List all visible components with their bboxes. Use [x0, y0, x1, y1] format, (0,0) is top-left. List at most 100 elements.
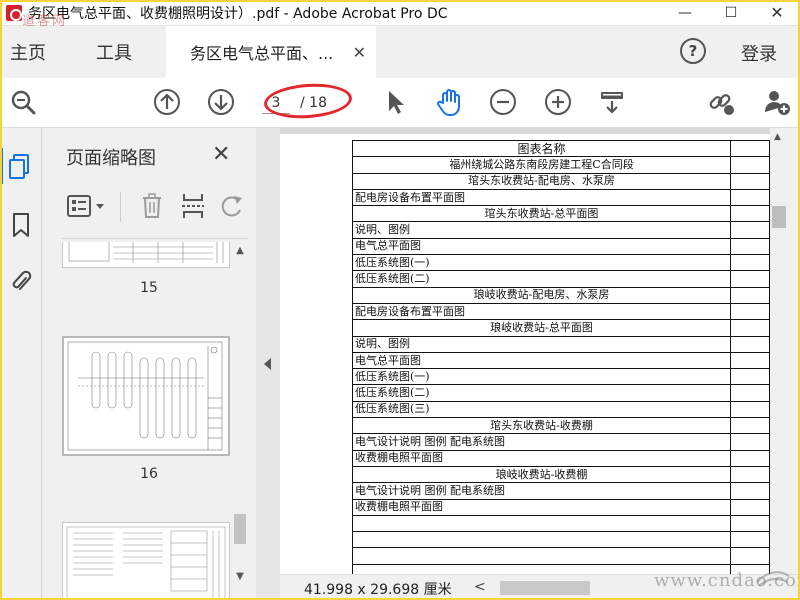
- table-row: 琅岐收费站-收费棚: [351, 465, 770, 484]
- thumbnail-page-number: 16: [140, 466, 158, 482]
- thumbnail-drawing: [66, 526, 226, 600]
- table-cell: [730, 270, 770, 288]
- thumbnail-panel: 页面缩略图 ✕ 15 16 ▲ ▼: [42, 128, 256, 600]
- thumbnail-page[interactable]: [62, 242, 230, 268]
- menu-tools[interactable]: 工具: [86, 26, 132, 78]
- table-cell: [730, 482, 770, 500]
- table-cell: [730, 465, 770, 484]
- delete-page-icon[interactable]: [140, 192, 164, 220]
- table-cell: 低压系统图(三): [351, 400, 732, 419]
- vertical-scroll-thumb[interactable]: [772, 206, 786, 228]
- maximize-button[interactable]: ☐: [708, 0, 754, 26]
- menu-home[interactable]: 主页: [0, 26, 46, 78]
- page-thumbnails-icon: [9, 154, 29, 179]
- share-link-icon[interactable]: [706, 87, 736, 117]
- table-cell: [730, 531, 770, 549]
- table-cell: [730, 172, 770, 190]
- table-cell: [730, 319, 770, 337]
- document-tab[interactable]: 务区电气总平面、... ✕: [166, 26, 376, 78]
- thumbnail-scroll-down-icon[interactable]: ▼: [235, 572, 245, 582]
- table-cell: 琅岐收费站-配电房、水泵房: [351, 286, 732, 304]
- thumbnail-panel-close-icon[interactable]: ✕: [212, 142, 230, 167]
- thumbnail-page[interactable]: [62, 336, 230, 456]
- thumbnail-list: 15 16: [42, 242, 232, 600]
- table-cell: [730, 302, 770, 321]
- thumbnail-toolbar-divider: [120, 192, 121, 222]
- thumbnail-toolbar: [62, 190, 248, 224]
- document-viewport[interactable]: 图表名称 福州绕城公路东南段房建工程C合同段 琯头东收费站-配电房、水泵房 配电房设…: [280, 128, 770, 574]
- insert-page-icon[interactable]: [180, 192, 206, 220]
- bookmark-icon: [13, 213, 29, 237]
- thumbnail-scrollbar[interactable]: ▲ ▼: [232, 242, 248, 594]
- thumbnail-panel-title: 页面缩略图: [66, 148, 156, 169]
- table-row: 低压系统图(一): [351, 368, 770, 386]
- table-row: 琯头东收费站-收费棚: [351, 417, 770, 435]
- table-cell: [730, 156, 770, 174]
- table-row: 低压系统图(三): [351, 400, 770, 419]
- table-row: 配电房设备布置平面图: [351, 188, 770, 207]
- thumbnail-page-number: 15: [140, 280, 158, 296]
- zoom-out-icon[interactable]: [488, 87, 518, 117]
- title-bar: 务区电气总平面、收费棚照明设计）.pdf - Adobe Acrobat Pro…: [0, 0, 800, 26]
- table-cell: [730, 237, 770, 256]
- scroll-mode-icon[interactable]: [597, 87, 627, 117]
- table-row: 电气设计说明 图例 配电系统图: [351, 482, 770, 500]
- table-cell: 配电房设备布置平面图: [351, 302, 732, 321]
- rail-page-thumbnails-button[interactable]: [4, 152, 34, 182]
- document-page: 图表名称 福州绕城公路东南段房建工程C合同段 琯头东收费站-配电房、水泵房 配电房设…: [280, 134, 770, 574]
- table-cell: [351, 514, 732, 533]
- page-dimensions: 41.998 x 29.698 厘米: [304, 582, 452, 598]
- table-cell: [730, 514, 770, 533]
- thumbnail-scroll-up-icon[interactable]: ▲: [235, 246, 245, 256]
- toolbar: / 18: [0, 78, 800, 128]
- rail-active-indicator: [0, 148, 3, 184]
- acrobat-icon: [6, 4, 22, 21]
- hand-tool-icon[interactable]: [434, 87, 464, 117]
- scroll-up-icon[interactable]: ▲: [774, 132, 781, 142]
- minimize-button[interactable]: —: [662, 0, 708, 26]
- table-cell: [730, 254, 770, 272]
- collapse-arrow-icon: [264, 358, 271, 370]
- login-button[interactable]: 登录: [741, 40, 777, 66]
- table-row: 琯头东收费站-总平面图: [351, 205, 770, 223]
- table-cell: 琯头东收费站-收费棚: [351, 417, 732, 435]
- thumbnail-options-icon[interactable]: [66, 194, 110, 218]
- rail-attachments-button[interactable]: [6, 266, 36, 296]
- window-controls: — ☐ ✕: [662, 0, 800, 26]
- table-cell: 琅岐收费站-收费棚: [351, 465, 732, 484]
- window-title: 务区电气总平面、收费棚照明设计）.pdf - Adobe Acrobat Pro…: [28, 5, 448, 22]
- table-cell: 福州绕城公路东南段房建工程C合同段: [351, 156, 732, 174]
- add-user-icon[interactable]: [762, 87, 792, 117]
- close-button[interactable]: ✕: [754, 0, 800, 26]
- horizontal-scroll-thumb[interactable]: [500, 581, 590, 595]
- table-row: 琅岐收费站-总平面图: [351, 319, 770, 337]
- table-cell: [351, 547, 732, 565]
- table-cell: 电气设计说明 图例 配电系统图: [351, 433, 732, 451]
- thumbnail-page[interactable]: [62, 522, 230, 600]
- tab-close-icon[interactable]: ✕: [353, 43, 366, 62]
- thumbnail-divider: [62, 238, 248, 239]
- drawing-index-table: 图表名称 福州绕城公路东南段房建工程C合同段 琯头东收费站-配电房、水泵房 配电房设…: [351, 139, 770, 574]
- table-row: [351, 514, 770, 533]
- panel-collapse-handle[interactable]: [256, 128, 280, 600]
- table-row: 低压系统图(二): [351, 270, 770, 288]
- select-cursor-icon[interactable]: [380, 87, 410, 117]
- table-cell: 说明、图例: [351, 221, 732, 239]
- page-up-icon[interactable]: [152, 87, 182, 117]
- table-cell: 低压系统图(一): [351, 254, 732, 272]
- search-zoom-icon[interactable]: [8, 87, 38, 117]
- zoom-in-icon[interactable]: [543, 87, 573, 117]
- page-down-icon[interactable]: [206, 87, 236, 117]
- table-cell: 收费棚电照平面图: [351, 498, 732, 516]
- help-icon[interactable]: ?: [680, 38, 706, 64]
- scroll-left-icon[interactable]: <: [474, 579, 486, 595]
- table-row: 琅岐收费站-配电房、水泵房: [351, 286, 770, 304]
- rail-bookmarks-button[interactable]: [6, 210, 36, 240]
- table-row: 电气总平面图: [351, 351, 770, 370]
- rotate-page-icon[interactable]: [220, 192, 246, 220]
- table-cell: 收费棚电照平面图: [351, 449, 732, 467]
- thumbnail-scroll-thumb[interactable]: [234, 514, 246, 544]
- document-vertical-scrollbar[interactable]: ▲: [770, 128, 800, 574]
- table-cell: [730, 433, 770, 451]
- table-cell: [730, 417, 770, 435]
